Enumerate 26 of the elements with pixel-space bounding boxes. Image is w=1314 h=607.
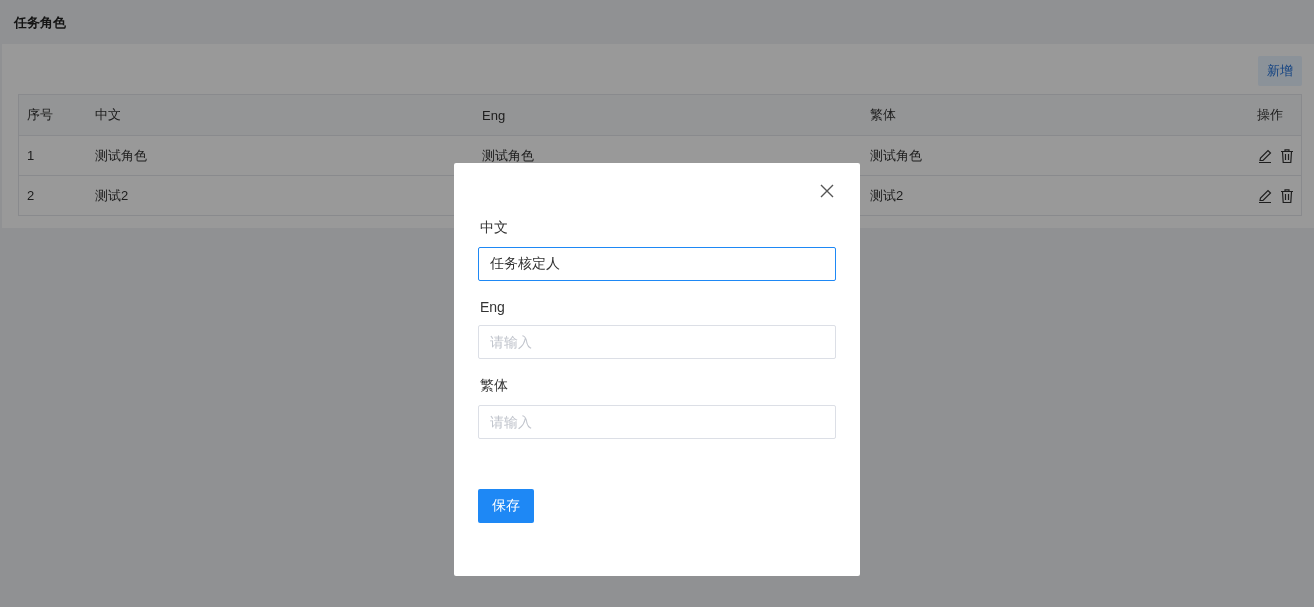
input-field[interactable]: 请输入 <box>478 405 836 439</box>
table-cell-text: 2 <box>26 188 36 203</box>
column-header: Eng <box>481 107 507 123</box>
field-label: 中文 <box>480 219 509 237</box>
column-header: 繁体 <box>869 106 897 124</box>
page-title: 任务角色 <box>14 14 67 32</box>
table-cell-text: 测试角色 <box>94 146 148 165</box>
column-header: 操作 <box>1256 106 1284 124</box>
table-cell-text: 测试角色 <box>869 146 923 165</box>
delete-icon[interactable] <box>1279 147 1295 164</box>
table-cell-text: 测试2 <box>869 186 905 205</box>
edit-icon[interactable] <box>1257 147 1273 164</box>
delete-icon[interactable] <box>1279 187 1295 204</box>
column-header: 中文 <box>94 106 122 124</box>
field-label: Eng <box>480 299 506 315</box>
column-header: 序号 <box>26 106 54 124</box>
table-cell-text: 测试角色 <box>481 146 535 165</box>
edit-icon[interactable] <box>1257 187 1273 204</box>
table-cell-text: 1 <box>26 148 36 163</box>
field-label: 繁体 <box>480 377 509 395</box>
close-icon[interactable] <box>820 184 834 198</box>
table-cell-text: 测试2 <box>94 186 130 205</box>
save-button[interactable]: 保存 <box>478 489 534 523</box>
input-field[interactable]: 任务核定人 <box>478 247 836 281</box>
input-field[interactable]: 请输入 <box>478 325 836 359</box>
add-button[interactable]: 新增 <box>1258 56 1302 86</box>
